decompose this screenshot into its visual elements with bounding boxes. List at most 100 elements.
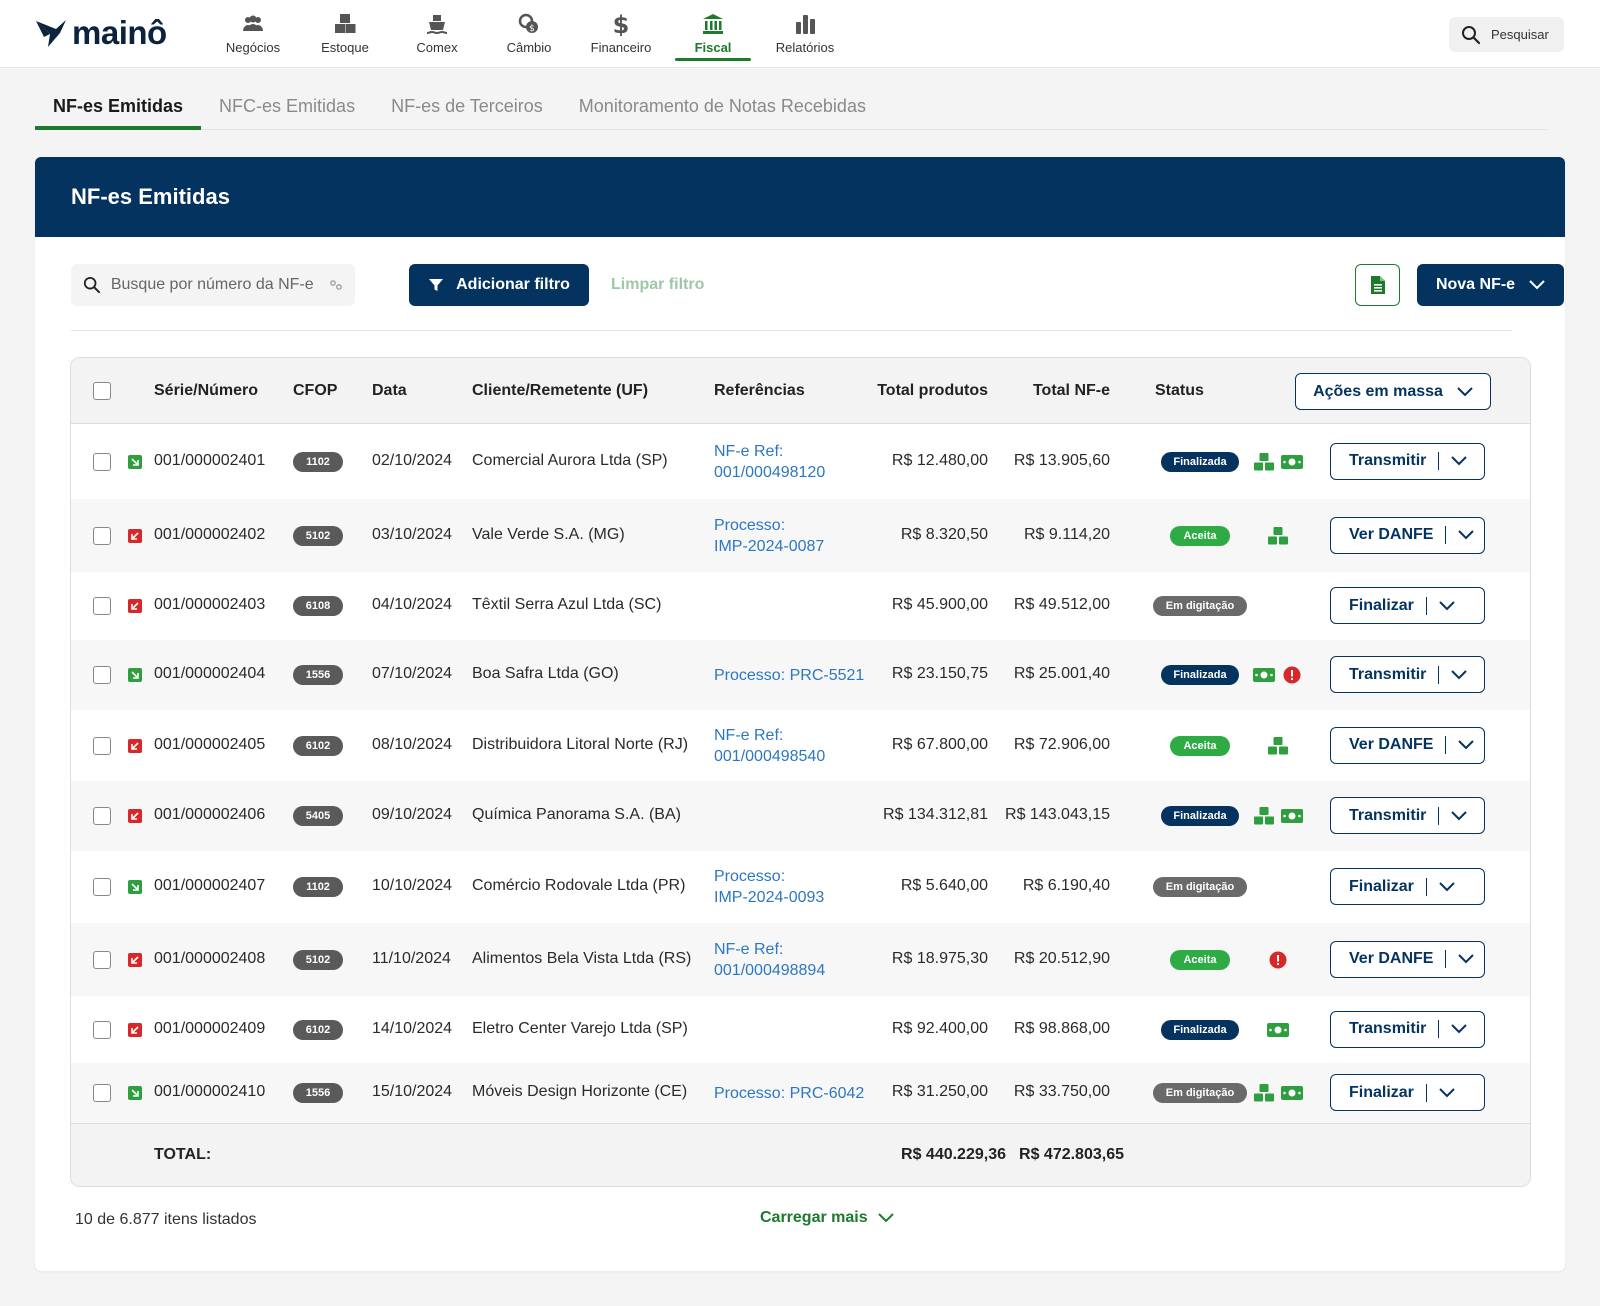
- row-checkbox[interactable]: [93, 736, 111, 755]
- money-icon[interactable]: [1267, 1019, 1289, 1041]
- tab-nfces-emitidas[interactable]: NFC-es Emitidas: [201, 84, 373, 130]
- row-action-button[interactable]: Ver DANFE: [1330, 516, 1485, 554]
- col-referencias[interactable]: Referências: [714, 382, 805, 400]
- brand-logo[interactable]: mainô: [34, 14, 167, 52]
- global-search-button[interactable]: Pesquisar: [1449, 17, 1564, 52]
- referencia-link[interactable]: NF-e Ref: 001/000498120: [714, 441, 825, 483]
- table-row[interactable]: 001/000002404 1556 07/10/2024 Boa Safra Ltd…: [71, 640, 1530, 710]
- nav-item-financeiro[interactable]: $ Financeiro: [575, 0, 667, 68]
- boxes-icon[interactable]: [1267, 525, 1289, 547]
- nav-item-negocios[interactable]: Negócios: [207, 0, 299, 68]
- chevron-down-icon[interactable]: [1451, 1024, 1468, 1034]
- chevron-down-icon[interactable]: [1439, 1087, 1455, 1098]
- total-produtos: R$ 92.400,00: [891, 1019, 988, 1037]
- referencia-link[interactable]: Processo: PRC-5521: [714, 665, 864, 686]
- referencia-link[interactable]: NF-e Ref: 001/000498540: [714, 725, 825, 767]
- row-checkbox[interactable]: [93, 452, 111, 471]
- row-action-button[interactable]: Finalizar: [1330, 1074, 1485, 1111]
- table-row[interactable]: 001/000002401 1102 02/10/2024 Comercial Aur…: [71, 424, 1530, 499]
- boxes-icon[interactable]: [1267, 735, 1289, 757]
- boxes-icon[interactable]: [1253, 451, 1275, 473]
- serie-numero[interactable]: 001/000002406: [154, 806, 265, 824]
- export-spreadsheet-button[interactable]: [1355, 264, 1400, 306]
- col-total-produtos[interactable]: Total produtos: [858, 382, 988, 400]
- row-checkbox[interactable]: [93, 1084, 111, 1102]
- serie-numero[interactable]: 001/000002410: [154, 1083, 265, 1101]
- nav-item-relatorios[interactable]: Relatórios: [759, 0, 851, 68]
- settings-small-icon[interactable]: [329, 278, 343, 292]
- nfe-search-input[interactable]: [110, 276, 320, 294]
- alert-icon[interactable]: [1281, 664, 1303, 686]
- tab-nfes-terceiros[interactable]: NF-es de Terceiros: [373, 84, 561, 130]
- table-row[interactable]: 001/000002403 6108 04/10/2024 Têxtil Serra …: [71, 572, 1530, 640]
- table-row[interactable]: 001/000002409 6102 14/10/2024 Eletro Center…: [71, 996, 1530, 1063]
- row-checkbox[interactable]: [93, 526, 111, 545]
- col-cfop[interactable]: CFOP: [293, 382, 337, 400]
- table-row[interactable]: 001/000002410 1556 15/10/2024 Móveis Design…: [71, 1063, 1530, 1123]
- table-row[interactable]: 001/000002407 1102 10/10/2024 Comércio Rodo…: [71, 851, 1530, 923]
- nav-item-cambio[interactable]: $ Câmbio: [483, 0, 575, 68]
- nav-item-comex[interactable]: Comex: [391, 0, 483, 68]
- tab-nfes-emitidas[interactable]: NF-es Emitidas: [35, 84, 202, 130]
- alert-icon[interactable]: [1267, 949, 1289, 971]
- chevron-down-icon[interactable]: [1458, 954, 1475, 964]
- serie-numero[interactable]: 001/000002403: [154, 596, 265, 614]
- row-action-button[interactable]: Finalizar: [1330, 587, 1485, 624]
- tab-monitoramento[interactable]: Monitoramento de Notas Recebidas: [561, 84, 884, 130]
- chevron-down-icon[interactable]: [1451, 669, 1468, 680]
- table-row[interactable]: 001/000002405 6102 08/10/2024 Distribuidora…: [71, 710, 1530, 781]
- row-checkbox[interactable]: [93, 666, 111, 684]
- chevron-down-icon[interactable]: [1451, 456, 1468, 466]
- referencia-link[interactable]: Processo: PRC-6042: [714, 1083, 864, 1104]
- money-icon[interactable]: [1253, 664, 1275, 686]
- row-checkbox[interactable]: [93, 950, 111, 969]
- serie-numero[interactable]: 001/000002402: [154, 526, 265, 544]
- chevron-down-icon[interactable]: [1439, 881, 1455, 892]
- boxes-icon[interactable]: [1253, 1082, 1275, 1104]
- chevron-down-icon[interactable]: [1451, 810, 1468, 821]
- row-checkbox[interactable]: [93, 878, 111, 896]
- serie-numero[interactable]: 001/000002409: [154, 1020, 265, 1038]
- row-action-button[interactable]: Transmitir: [1330, 1010, 1485, 1048]
- col-serie-numero[interactable]: Série/Número: [154, 382, 258, 400]
- col-total-nfe[interactable]: Total NF-e: [1000, 382, 1110, 400]
- money-icon[interactable]: [1281, 1082, 1303, 1104]
- referencia-link[interactable]: Processo: IMP-2024-0093: [714, 866, 824, 908]
- row-checkbox[interactable]: [93, 807, 111, 825]
- mass-actions-button[interactable]: Ações em massa: [1295, 373, 1491, 410]
- row-action-button[interactable]: Transmitir: [1330, 442, 1485, 480]
- load-more-button[interactable]: Carregar mais: [760, 1209, 894, 1227]
- serie-numero[interactable]: 001/000002407: [154, 877, 265, 895]
- serie-numero[interactable]: 001/000002405: [154, 736, 265, 754]
- serie-numero[interactable]: 001/000002408: [154, 950, 265, 968]
- row-action-button[interactable]: Transmitir: [1330, 797, 1485, 834]
- col-cliente[interactable]: Cliente/Remetente (UF): [472, 382, 648, 400]
- referencia-link[interactable]: Processo: IMP-2024-0087: [714, 515, 824, 557]
- row-action-button[interactable]: Ver DANFE: [1330, 940, 1485, 978]
- new-nfe-button[interactable]: Nova NF-e: [1417, 264, 1564, 306]
- row-checkbox[interactable]: [93, 1020, 111, 1039]
- select-all-checkbox[interactable]: [93, 382, 111, 400]
- row-action-button[interactable]: Ver DANFE: [1330, 726, 1485, 764]
- table-row[interactable]: 001/000002406 5405 09/10/2024 Química Panor…: [71, 781, 1530, 851]
- add-filter-button[interactable]: Adicionar filtro: [409, 264, 589, 306]
- table-row[interactable]: 001/000002402 5102 03/10/2024 Vale Verde S.…: [71, 499, 1530, 572]
- nav-item-fiscal[interactable]: Fiscal: [667, 0, 759, 68]
- row-action-button[interactable]: Finalizar: [1330, 868, 1485, 905]
- money-icon[interactable]: [1281, 805, 1303, 827]
- serie-numero[interactable]: 001/000002404: [154, 665, 265, 683]
- col-data[interactable]: Data: [372, 382, 407, 400]
- col-status[interactable]: Status: [1155, 382, 1204, 400]
- row-action-button[interactable]: Transmitir: [1330, 656, 1485, 693]
- serie-numero[interactable]: 001/000002401: [154, 452, 265, 470]
- chevron-down-icon[interactable]: [1458, 740, 1475, 750]
- chevron-down-icon[interactable]: [1439, 600, 1455, 611]
- boxes-icon[interactable]: [1253, 805, 1275, 827]
- chevron-down-icon[interactable]: [1458, 530, 1475, 540]
- money-icon[interactable]: [1281, 451, 1303, 473]
- referencia-link[interactable]: NF-e Ref: 001/000498894: [714, 939, 825, 981]
- table-row[interactable]: 001/000002408 5102 11/10/2024 Alimentos Bel…: [71, 923, 1530, 996]
- clear-filter-button[interactable]: Limpar filtro: [611, 276, 704, 294]
- row-checkbox[interactable]: [93, 597, 111, 615]
- nav-item-estoque[interactable]: Estoque: [299, 0, 391, 68]
